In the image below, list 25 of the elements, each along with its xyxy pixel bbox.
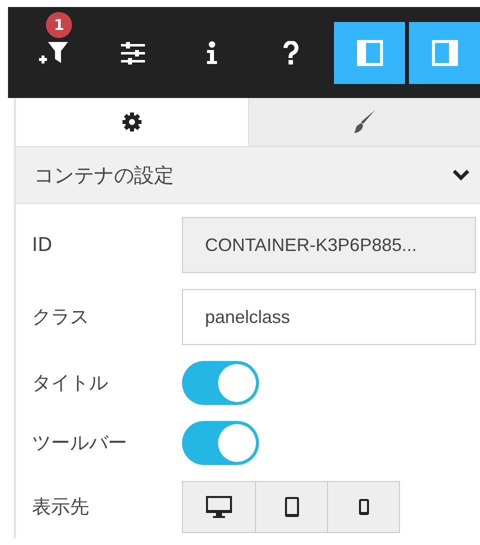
left-panel-icon [354, 38, 385, 68]
chevron-icon [452, 169, 470, 181]
paintbrush-icon [351, 109, 378, 135]
device-button[interactable] [183, 482, 255, 532]
help-icon [282, 40, 299, 64]
info-icon [206, 40, 218, 64]
field-label: タイトル [32, 371, 109, 396]
monitor-icon [205, 495, 233, 519]
notification-badge: 1 [46, 12, 72, 38]
toggle-switch[interactable] [182, 421, 259, 465]
field-label: ツールバー [32, 431, 128, 456]
field-label: 表示先 [32, 495, 90, 520]
device-button[interactable] [327, 482, 399, 532]
field-label: ID [32, 234, 54, 256]
device-button[interactable] [255, 482, 327, 532]
toggle-switch[interactable] [182, 361, 259, 405]
sliders-icon [120, 40, 146, 64]
phone-icon [358, 498, 370, 516]
gear-icon [122, 112, 142, 132]
tablet-icon [282, 496, 300, 518]
field-label: クラス [32, 305, 90, 330]
section-title: コンテナの設定 [34, 162, 174, 188]
text-field[interactable]: panelclass [182, 289, 476, 345]
right-panel-icon [430, 38, 460, 68]
section-header[interactable]: コンテナの設定 [16, 147, 480, 204]
